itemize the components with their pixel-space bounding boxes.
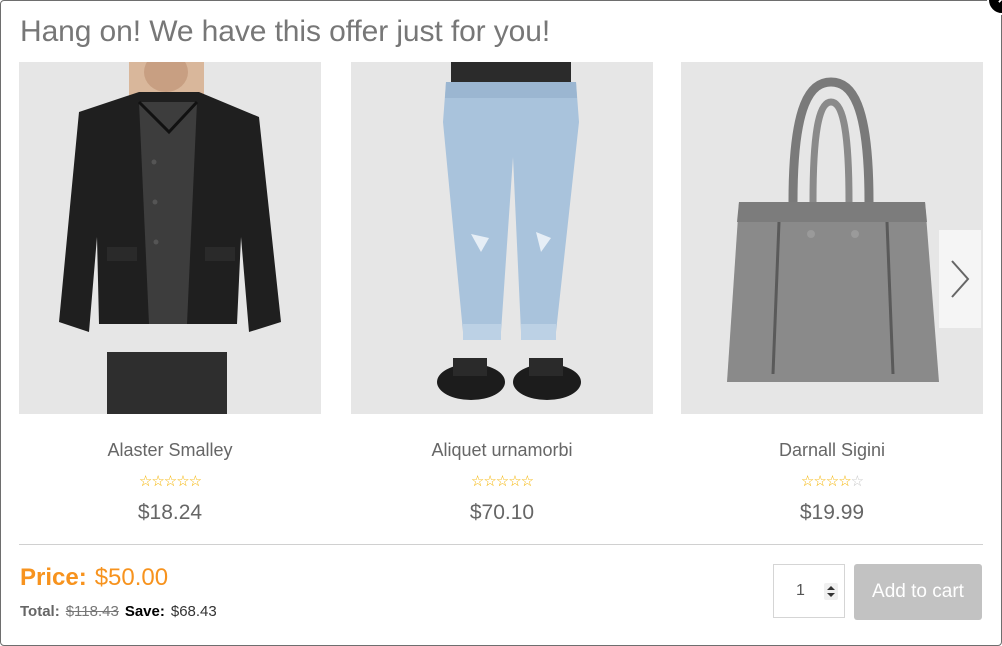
chevron-right-icon bbox=[951, 260, 970, 298]
modal-title: Hang on! We have this offer just for you… bbox=[20, 15, 551, 48]
product-card[interactable]: Darnall Sigini ☆☆☆☆☆ $19.99 bbox=[681, 62, 983, 526]
star-icon: ☆☆☆☆☆ bbox=[138, 473, 202, 490]
rating-stars: ☆☆☆☆☆ bbox=[19, 474, 321, 490]
jeans-image[interactable] bbox=[351, 62, 653, 414]
rating-stars: ☆☆☆☆☆ bbox=[351, 474, 653, 490]
product-name[interactable]: Alaster Smalley bbox=[19, 440, 321, 460]
total-label: Total: bbox=[20, 603, 60, 620]
product-price: $19.99 bbox=[799, 501, 865, 524]
product-card[interactable]: Alaster Smalley ☆☆☆☆☆ $18.24 bbox=[19, 62, 321, 526]
save-value: $68.43 bbox=[170, 603, 217, 620]
product-carousel: Alaster Smalley ☆☆☆☆☆ $18.24 Aliquet urn… bbox=[19, 62, 983, 534]
tote-bag-image[interactable] bbox=[681, 62, 983, 414]
star-icon: ☆☆☆☆ bbox=[800, 473, 852, 490]
star-empty-icon: ☆ bbox=[850, 473, 864, 490]
carousel-next-button[interactable] bbox=[939, 230, 981, 328]
price-value: $50.00 bbox=[94, 564, 169, 591]
bundle-price: Price: $50.00 bbox=[20, 564, 168, 592]
total-summary: Total: $118.43 Save: $68.43 bbox=[20, 603, 217, 620]
spinner-arrows[interactable] bbox=[824, 583, 838, 600]
close-icon: ✕ bbox=[996, 0, 1002, 9]
product-card[interactable]: Aliquet urnamorbi ☆☆☆☆☆ $70.10 bbox=[351, 62, 653, 526]
add-to-cart-button[interactable]: Add to cart bbox=[854, 564, 982, 620]
total-old-price: $118.43 bbox=[65, 603, 119, 620]
product-name[interactable]: Darnall Sigini bbox=[681, 440, 983, 460]
leather-jacket-image[interactable] bbox=[19, 62, 321, 414]
quantity-stepper[interactable]: 1 bbox=[773, 564, 845, 618]
up-down-arrows-icon bbox=[827, 586, 835, 597]
product-price: $70.10 bbox=[469, 501, 535, 524]
price-label: Price: bbox=[20, 564, 87, 591]
star-icon: ☆☆☆☆☆ bbox=[470, 473, 534, 490]
quantity-value[interactable]: 1 bbox=[796, 582, 805, 600]
offer-modal: ✕ Hang on! We have this offer just for y… bbox=[0, 0, 1002, 646]
divider bbox=[19, 544, 983, 545]
product-name[interactable]: Aliquet urnamorbi bbox=[351, 440, 653, 460]
product-price: $18.24 bbox=[137, 501, 203, 524]
rating-stars: ☆☆☆☆☆ bbox=[681, 474, 983, 490]
save-label: Save: bbox=[124, 603, 165, 620]
close-button[interactable]: ✕ bbox=[987, 0, 1002, 15]
